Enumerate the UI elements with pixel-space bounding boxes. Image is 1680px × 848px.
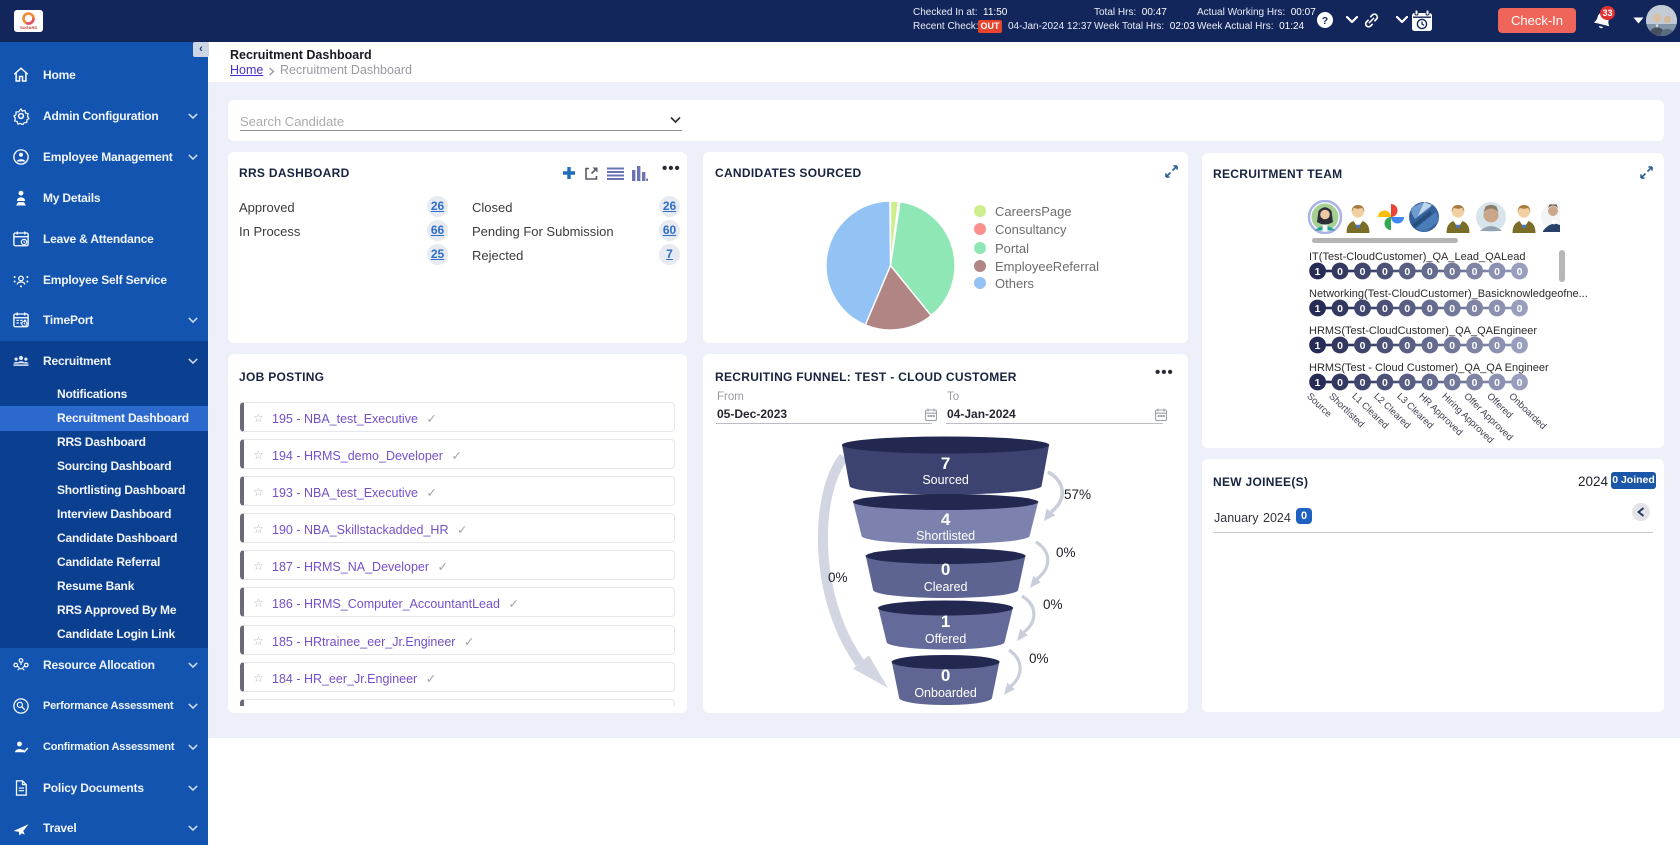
svg-text:0: 0 [1427, 303, 1433, 315]
svg-text:Offered: Offered [925, 632, 967, 646]
svg-text:0: 0 [1382, 340, 1388, 352]
svg-text:Cleared: Cleared [924, 580, 968, 594]
svg-text:0: 0 [1427, 340, 1433, 352]
svg-text:0: 0 [1382, 377, 1388, 389]
svg-text:0: 0 [1360, 303, 1366, 315]
svg-text:0: 0 [1517, 377, 1523, 389]
svg-text:1: 1 [1315, 340, 1321, 352]
svg-text:0: 0 [1449, 377, 1455, 389]
svg-text:0: 0 [1494, 340, 1500, 352]
svg-text:0: 0 [1517, 266, 1523, 278]
svg-text:0%: 0% [1043, 597, 1063, 612]
svg-text:0: 0 [1337, 266, 1343, 278]
svg-text:0: 0 [1427, 266, 1433, 278]
svg-text:0: 0 [1404, 340, 1410, 352]
svg-text:0: 0 [1494, 266, 1500, 278]
svg-text:1: 1 [1315, 303, 1321, 315]
svg-text:0: 0 [1404, 377, 1410, 389]
svg-text:?: ? [1322, 15, 1328, 27]
svg-text:0: 0 [1449, 303, 1455, 315]
svg-text:0: 0 [1404, 303, 1410, 315]
svg-text:0%: 0% [1056, 545, 1076, 560]
svg-text:Sourced: Sourced [922, 473, 969, 487]
svg-text:Onboarded: Onboarded [914, 686, 977, 700]
svg-text:0: 0 [1360, 340, 1366, 352]
svg-text:Shortlisted: Shortlisted [916, 529, 975, 543]
svg-text:SUGARS: SUGARS [20, 25, 37, 30]
svg-text:1: 1 [941, 612, 950, 631]
svg-text:0: 0 [941, 560, 950, 579]
svg-text:7: 7 [941, 454, 950, 473]
svg-text:0: 0 [1472, 340, 1478, 352]
svg-text:0: 0 [1472, 377, 1478, 389]
svg-text:0: 0 [1494, 377, 1500, 389]
svg-text:0: 0 [1360, 266, 1366, 278]
svg-text:57%: 57% [1064, 487, 1091, 502]
svg-text:0: 0 [1517, 340, 1523, 352]
svg-text:0: 0 [1472, 303, 1478, 315]
svg-text:0: 0 [1382, 266, 1388, 278]
svg-text:0%: 0% [1029, 651, 1049, 666]
svg-text:0: 0 [1337, 377, 1343, 389]
svg-text:0: 0 [1337, 303, 1343, 315]
svg-text:0: 0 [1472, 266, 1478, 278]
svg-text:0: 0 [941, 666, 950, 685]
svg-text:1: 1 [1315, 377, 1321, 389]
svg-text:0: 0 [1337, 340, 1343, 352]
svg-text:0: 0 [1517, 303, 1523, 315]
svg-text:0: 0 [1360, 377, 1366, 389]
svg-text:1: 1 [1315, 266, 1321, 278]
svg-text:0: 0 [1449, 340, 1455, 352]
svg-text:0: 0 [1494, 303, 1500, 315]
svg-text:0: 0 [1404, 266, 1410, 278]
svg-text:0: 0 [1449, 266, 1455, 278]
svg-text:0: 0 [1427, 377, 1433, 389]
svg-text:0: 0 [1382, 303, 1388, 315]
svg-text:0%: 0% [828, 570, 848, 585]
svg-text:4: 4 [941, 510, 951, 529]
